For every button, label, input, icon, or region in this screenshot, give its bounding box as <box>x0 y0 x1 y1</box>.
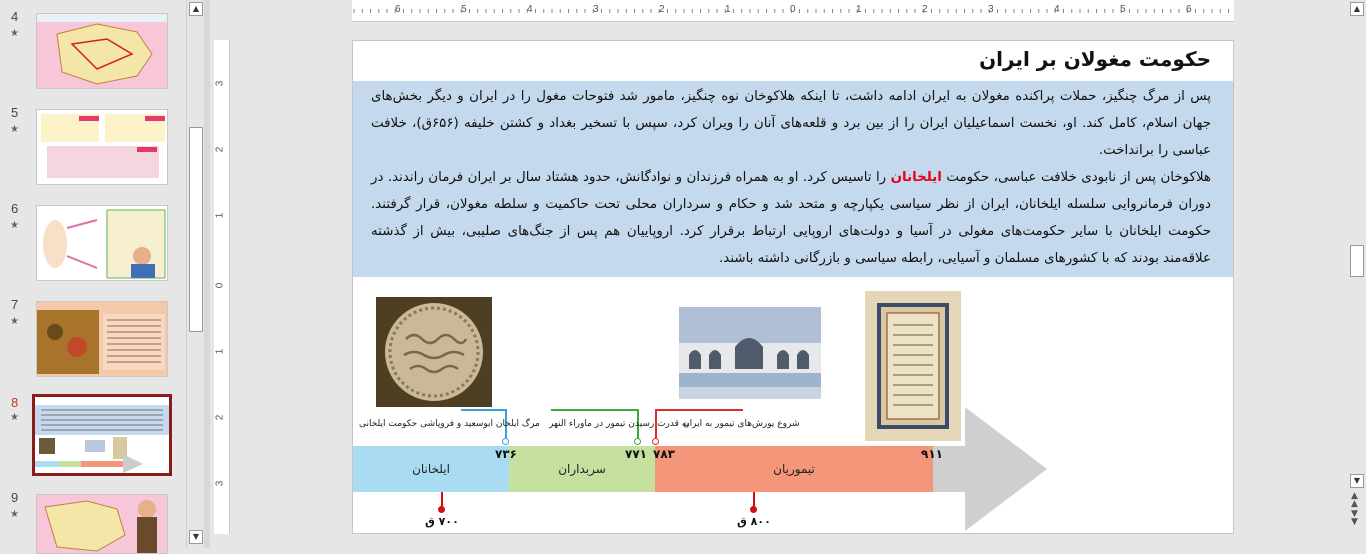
ruler-number: 5 <box>461 4 467 15</box>
animation-star-icon: ★ <box>10 220 19 231</box>
paragraph-1: پس از مرگ چنگیز، حملات پراکنده مغولان به… <box>371 89 1211 158</box>
scroll-down-arrow-icon[interactable]: ▼ <box>189 530 203 544</box>
century-label: ۷۰۰ ق <box>425 515 459 528</box>
paragraph-2-start: هلاکوخان پس از نابودی خلافت عباسی، حکومت <box>941 170 1211 185</box>
ruler-number: 3 <box>214 480 226 487</box>
vertical-ruler[interactable]: 3 2 1 0 1 2 3 <box>214 40 230 534</box>
event-dot <box>634 438 641 445</box>
ruler-number: 0 <box>790 4 796 15</box>
ruler-number: 1 <box>856 4 862 15</box>
ruler-number: 6 <box>395 4 401 15</box>
current-slide-thumbnail-icon <box>35 397 169 473</box>
slide-thumbnail-5[interactable] <box>36 109 168 185</box>
bracket-line <box>551 409 639 411</box>
ruler-number: 1 <box>725 4 731 15</box>
slide-number: 9 <box>11 490 19 505</box>
ruler-number: 2 <box>214 146 226 153</box>
ruler-number: 3 <box>593 4 599 15</box>
ruler-number: 6 <box>1186 4 1192 15</box>
map-teacher-thumbnail-icon <box>37 495 167 553</box>
ruler-number: 2 <box>214 414 226 421</box>
slide-number: 4 <box>11 9 19 24</box>
slide-number: 5 <box>11 105 19 120</box>
animation-star-icon: ★ <box>10 28 19 39</box>
slide-thumbnail-4[interactable] <box>36 13 168 89</box>
scroll-down-arrow-icon[interactable]: ▼ <box>1350 474 1364 488</box>
animation-star-icon: ★ <box>10 509 19 520</box>
event-note: مرگ ایلخان ابوسعید و فروپاشی حکومت ایلخا… <box>359 419 540 429</box>
segment-ilkhanate: ایلخانان <box>353 446 509 492</box>
animation-star-icon: ★ <box>10 124 19 135</box>
segment-label: ایلخانان <box>412 462 450 476</box>
slide-thumbnail-9[interactable] <box>36 494 168 554</box>
year-label: ۹۱۱ <box>921 447 943 461</box>
year-label: ۷۷۱ <box>625 447 647 461</box>
century-marker-dot <box>438 506 445 513</box>
segment-label: تیموریان <box>773 462 815 476</box>
thumbnail-scrollbar[interactable]: ▲ ▼ <box>186 0 204 548</box>
diagram-thumbnail-icon <box>37 206 167 280</box>
ruler-number: 2 <box>659 4 665 15</box>
slide-thumbnail-6[interactable] <box>36 205 168 281</box>
painting-thumbnail-icon <box>37 302 167 376</box>
slide-body-text[interactable]: پس از مرگ چنگیز، حملات پراکنده مغولان به… <box>353 81 1233 277</box>
ilkhanid-coin-image[interactable] <box>376 297 492 407</box>
horizontal-ruler[interactable]: 6 5 4 3 2 1 0 1 2 3 4 5 6 <box>352 0 1234 22</box>
next-slide-icon[interactable]: ▼ ▼ <box>1351 510 1358 527</box>
year-label: ۷۳۶ <box>495 447 517 461</box>
scrollbar-thumb[interactable] <box>1350 245 1364 277</box>
ruler-number: 5 <box>1120 4 1126 15</box>
slide-canvas[interactable]: حکومت مغولان بر ایران پس از مرگ چنگیز، ح… <box>352 40 1234 534</box>
map-thumbnail-icon <box>37 14 167 88</box>
ruler-number: 2 <box>922 4 928 15</box>
bracket-line <box>655 409 743 411</box>
bracket-line <box>461 409 507 411</box>
ruler-number: 3 <box>214 80 226 87</box>
slide-thumbnail-7[interactable] <box>36 301 168 377</box>
slide-scrollbar[interactable]: ▲ ▼ ▲ ▲ ▼ ▼ <box>1348 0 1366 548</box>
previous-slide-icon[interactable]: ▲ ▲ <box>1351 492 1358 509</box>
timeline[interactable]: ایلخانان سربداران تیموریان مرگ ایلخان اب… <box>353 401 1233 533</box>
animation-star-icon: ★ <box>10 412 19 423</box>
pane-divider[interactable] <box>204 0 210 548</box>
slide-number: 7 <box>11 297 19 312</box>
slide-thumbnail-8[interactable] <box>32 394 172 476</box>
ruler-number: 1 <box>214 348 226 355</box>
segment-timurids: تیموریان <box>655 446 933 492</box>
event-note: به قدرت رسیدن تیمور در ماوراء النهر <box>549 419 690 429</box>
mosque-image[interactable] <box>679 307 821 399</box>
century-label: ۸۰۰ ق <box>737 515 771 528</box>
ruler-margin <box>210 0 352 22</box>
scrollbar-thumb[interactable] <box>189 127 203 332</box>
ilkhanate-highlight: ایلخانان <box>890 170 942 185</box>
ruler-number: 3 <box>988 4 994 15</box>
slide-number: 8 <box>11 395 19 410</box>
ruler-number: 1 <box>214 212 226 219</box>
text-cards-thumbnail-icon <box>37 110 167 184</box>
slide-title[interactable]: حکومت مغولان بر ایران <box>979 47 1211 71</box>
animation-star-icon: ★ <box>10 316 19 327</box>
scroll-up-arrow-icon[interactable]: ▲ <box>1350 2 1364 16</box>
ruler-number: 0 <box>214 282 226 289</box>
year-label: ۷۸۳ <box>653 447 675 461</box>
ruler-number: 4 <box>1054 4 1060 15</box>
ruler-number: 4 <box>527 4 533 15</box>
paragraph-2: هلاکوخان پس از نابودی خلافت عباسی، حکومت… <box>371 164 1211 272</box>
event-dot <box>502 438 509 445</box>
event-note: شروع یورش‌های تیمور به ایران <box>683 419 800 429</box>
slide-number: 6 <box>11 201 19 216</box>
slide-thumbnail-pane: 4 ★ 5 ★ 6 ★ 7 ★ 8 ★ 9 ★ <box>0 0 186 554</box>
segment-label: سربداران <box>558 462 606 476</box>
century-marker-dot <box>750 506 757 513</box>
scroll-up-arrow-icon[interactable]: ▲ <box>189 2 203 16</box>
event-dot <box>652 438 659 445</box>
